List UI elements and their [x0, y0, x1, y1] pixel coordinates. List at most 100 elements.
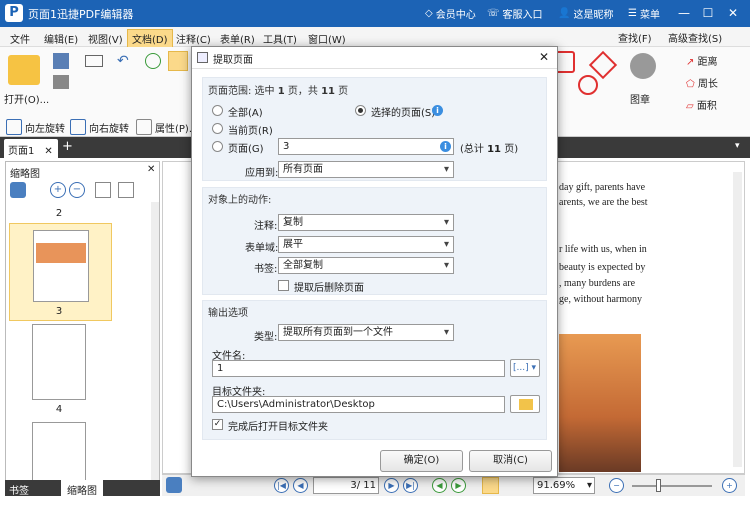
page-number-label: 2	[55, 208, 63, 219]
radio-current-page[interactable]	[212, 123, 223, 134]
pages-input[interactable]: 3	[278, 138, 454, 155]
customer-service-link[interactable]: ☏ 客服入口	[487, 6, 543, 21]
zoom-out-button[interactable]: −	[609, 478, 624, 493]
polygon-shape-icon[interactable]	[588, 50, 618, 80]
tab-list-icon[interactable]: ▾	[735, 141, 740, 151]
email-icon[interactable]	[85, 55, 103, 67]
next-page-button[interactable]: ▶	[384, 478, 399, 493]
rotate-left-button[interactable]: 向左旋转	[6, 119, 65, 135]
radio-all[interactable]	[212, 105, 223, 116]
stamp-icon[interactable]	[630, 53, 656, 79]
open-button[interactable]: 打开(O)...	[4, 91, 49, 106]
dialog-close-icon[interactable]: ✕	[539, 50, 549, 64]
zoom-in-button[interactable]: +	[722, 478, 737, 493]
type-select[interactable]: 提取所有页面到一个文件	[278, 324, 454, 341]
menu-document[interactable]: 文档(D)	[127, 29, 173, 48]
page-range-header: 页面范围: 选中 1 页，共 11 页	[208, 86, 349, 97]
filename-macro-button[interactable]: [...] ▾	[510, 359, 540, 377]
perimeter-button[interactable]: ⬠ 周长	[686, 75, 718, 90]
target-folder-input[interactable]: C:\Users\Administrator\Desktop	[212, 396, 505, 413]
folder-icon[interactable]	[8, 55, 40, 85]
form-field-select[interactable]: 展平	[278, 236, 454, 253]
headset-icon: ☏	[487, 8, 500, 19]
back-view-button[interactable]: ◀	[432, 478, 447, 493]
radio-pages[interactable]	[212, 141, 223, 152]
ok-button[interactable]: 确定(O)	[380, 450, 463, 472]
bookmark-select[interactable]: 全部复制	[278, 257, 454, 274]
back-icon[interactable]	[145, 53, 161, 69]
rotate-thumb-right-icon[interactable]	[118, 182, 134, 198]
apply-to-select[interactable]: 所有页面	[278, 161, 454, 178]
delete-after-checkbox[interactable]	[278, 280, 289, 291]
member-center-link[interactable]: ◇ 会员中心	[425, 6, 476, 21]
zoom-slider[interactable]	[632, 485, 712, 487]
zoom-in-icon[interactable]: +	[50, 182, 66, 198]
circle-shape-icon[interactable]	[578, 75, 598, 95]
area-button[interactable]: ▱ 面积	[686, 97, 717, 112]
tab-page1[interactable]: 页面1 ✕	[4, 139, 58, 158]
comment-select[interactable]: 复制	[278, 214, 454, 231]
find-button[interactable]: 查找(F)	[618, 30, 652, 45]
menu-form[interactable]: 表单(R)	[216, 30, 259, 47]
forward-view-button[interactable]: ▶	[451, 478, 466, 493]
diamond-icon: ◇	[425, 8, 433, 19]
close-tab-icon[interactable]: ✕	[44, 146, 52, 157]
distance-button[interactable]: ↗ 距离	[686, 53, 718, 68]
menu-comment[interactable]: 注释(C)	[172, 30, 215, 47]
document-scrollbar[interactable]	[733, 172, 742, 467]
info-icon[interactable]: i	[432, 105, 443, 116]
rotate-right-button[interactable]: 向右旋转	[70, 119, 129, 135]
thumbnail-scrollbar[interactable]	[151, 202, 159, 492]
browse-folder-button[interactable]	[510, 395, 540, 413]
last-page-button[interactable]: ▶|	[403, 478, 418, 493]
menu-tools[interactable]: 工具(T)	[259, 30, 301, 47]
chevron-down-icon: ▾	[586, 480, 592, 491]
folder-icon	[519, 399, 533, 410]
first-page-button[interactable]: |◀	[274, 478, 289, 493]
radio-current-page-label: 当前页(R)	[228, 126, 273, 137]
status-bar: |◀ ◀ 3/ 11 ▶ ▶| ◀ ▶ 91.69% ▾ − +	[162, 474, 745, 496]
open-after-checkbox[interactable]: ✓	[212, 419, 223, 430]
gear-icon[interactable]	[166, 477, 182, 493]
stamp-label: 图章	[630, 95, 650, 106]
main-menu-button[interactable]: ☰ 菜单	[628, 6, 660, 21]
zoom-slider-handle[interactable]	[656, 479, 661, 492]
undo-icon[interactable]: ↶	[117, 53, 129, 69]
user-nickname[interactable]: 👤 这是昵称	[558, 6, 613, 21]
page-number-input[interactable]: 3/ 11	[313, 477, 379, 494]
rotate-thumb-left-icon[interactable]	[95, 182, 111, 198]
gear-icon[interactable]	[10, 182, 26, 198]
apply-to-label: 应用到:	[245, 168, 279, 179]
filename-input[interactable]: 1	[212, 360, 505, 377]
close-panel-icon[interactable]: ✕	[147, 164, 155, 175]
menu-window[interactable]: 窗口(W)	[304, 30, 350, 47]
advanced-find-button[interactable]: 高级查找(S)	[668, 30, 722, 45]
thumbnail-page-5[interactable]	[32, 422, 86, 482]
area-icon: ▱	[686, 101, 697, 112]
radio-selected-pages[interactable]	[355, 105, 366, 116]
menu-edit[interactable]: 编辑(E)	[40, 30, 82, 47]
prev-page-button[interactable]: ◀	[293, 478, 308, 493]
tab-thumbnails[interactable]: 缩略图	[61, 480, 103, 497]
hand-tool-icon[interactable]	[168, 51, 188, 71]
doc-line: arents, we are the best	[559, 197, 648, 208]
properties-button[interactable]: 属性(P)...	[136, 119, 198, 135]
menu-file[interactable]: 文件	[6, 30, 34, 47]
minimize-button[interactable]: —	[675, 4, 693, 22]
pages-info-icon[interactable]: i	[440, 141, 451, 152]
new-tab-icon[interactable]: +	[62, 139, 73, 154]
single-page-view-icon[interactable]	[482, 477, 499, 494]
close-window-button[interactable]: ✕	[724, 4, 742, 22]
delete-after-label: 提取后删除页面	[294, 283, 364, 294]
print-icon[interactable]	[53, 75, 69, 89]
save-icon[interactable]	[53, 53, 69, 69]
thumbnail-page-4[interactable]	[32, 324, 86, 400]
zoom-select[interactable]: 91.69% ▾	[533, 477, 595, 494]
cancel-button[interactable]: 取消(C)	[469, 450, 552, 472]
tab-bookmarks[interactable]: 书签	[9, 482, 29, 497]
zoom-out-icon[interactable]: −	[69, 182, 85, 198]
actions-header: 对象上的动作:	[208, 195, 272, 206]
open-after-label: 完成后打开目标文件夹	[228, 422, 328, 433]
menu-view[interactable]: 视图(V)	[84, 30, 127, 47]
maximize-button[interactable]: ☐	[699, 4, 717, 22]
